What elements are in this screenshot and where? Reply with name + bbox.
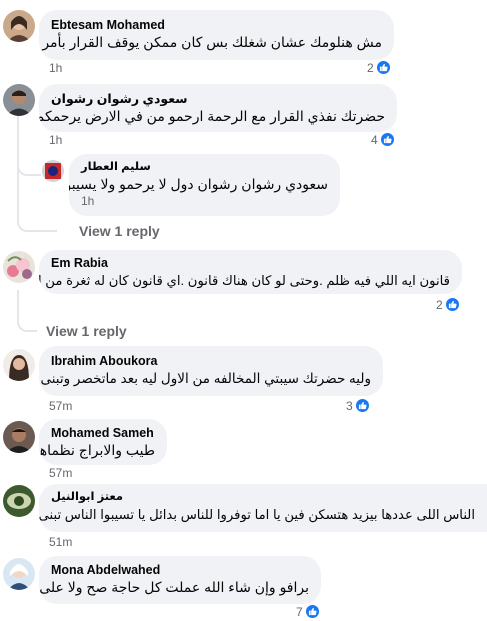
like-count-number: 4	[371, 132, 378, 147]
reply-bubble: سليم العطار سعودي رشوان رشوان دول لا يرح…	[69, 154, 340, 216]
comment-time[interactable]: 1h	[49, 133, 62, 147]
avatar[interactable]	[3, 10, 35, 42]
like-count-number: 7	[296, 604, 303, 619]
thumbs-up-icon	[375, 60, 391, 75]
thread-curve	[17, 310, 37, 332]
avatar[interactable]	[3, 251, 35, 283]
thumbs-up-icon	[444, 297, 460, 312]
comment-text: الناس اللى عددها بيزيد هتسكن فين يا اما …	[39, 507, 475, 522]
like-count[interactable]: 2	[436, 297, 460, 312]
comment-author[interactable]: Ebtesam Mohamed	[51, 17, 382, 33]
comment-text: برافو وإن شاء الله عملت كل حاجة صح ولا ع…	[39, 579, 309, 595]
thumbs-up-icon	[379, 132, 395, 147]
comment-author[interactable]: Mohamed Sameh	[51, 425, 155, 441]
thread-curve	[17, 210, 57, 232]
like-count-number: 2	[436, 297, 443, 312]
comment-bubble: Ebtesam Mohamed مش هنلومك عشان شغلك بس ك…	[39, 10, 394, 60]
comment-text: طيب والابراج نظماها ايه	[39, 442, 155, 458]
comment-author[interactable]: Ibrahim Aboukora	[51, 353, 371, 369]
avatar[interactable]	[3, 485, 35, 517]
avatar[interactable]	[3, 558, 35, 590]
like-count[interactable]: 4	[371, 132, 395, 147]
thread-curve	[17, 150, 41, 176]
comment-bubble: Mona Abdelwahed برافو وإن شاء الله عملت …	[39, 556, 321, 604]
comment-author[interactable]: معتز ابوالنيل	[51, 489, 475, 505]
like-count-number: 3	[346, 398, 353, 413]
like-count[interactable]: 2	[367, 60, 391, 75]
like-count-number: 2	[367, 60, 374, 75]
comment-text: مش هنلومك عشان شغلك بس كان ممكن يوقف الق…	[39, 34, 382, 50]
avatar[interactable]	[42, 160, 64, 182]
comment-author[interactable]: Mona Abdelwahed	[51, 562, 309, 578]
comment-time[interactable]: 57m	[49, 399, 72, 413]
reply-author[interactable]: سليم العطار	[81, 159, 328, 175]
comment-text: حضرتك نفذي القرار مع الرحمة ارحمو من في …	[39, 108, 385, 124]
comment-text: وليه حضرتك سيبتي المخالفه من الاول ليه ب…	[39, 371, 371, 386]
comment-bubble: سعودي رشوان رشوان حضرتك نفذي القرار مع ا…	[39, 84, 397, 132]
like-count[interactable]: 3	[346, 398, 370, 413]
comment-bubble: Em Rabia قانون ايه اللي فيه ظلم .وحتى لو…	[39, 250, 462, 294]
thumbs-up-icon	[304, 604, 320, 619]
avatar[interactable]	[3, 421, 35, 453]
comment-author[interactable]: سعودي رشوان رشوان	[51, 91, 385, 107]
avatar[interactable]	[3, 349, 35, 381]
comment-text: قانون ايه اللي فيه ظلم .وحتى لو كان هناك…	[39, 273, 450, 288]
comment-bubble: Mohamed Sameh طيب والابراج نظماها ايه	[39, 419, 167, 465]
comment-bubble: معتز ابوالنيل الناس اللى عددها بيزيد هتس…	[39, 484, 487, 532]
view-replies-link[interactable]: View 1 reply	[46, 323, 127, 339]
comment-author[interactable]: Em Rabia	[51, 255, 450, 271]
view-replies-link[interactable]: View 1 reply	[79, 223, 160, 239]
reply-time[interactable]: 1h	[81, 194, 328, 208]
thumbs-up-icon	[354, 398, 370, 413]
avatar[interactable]	[3, 84, 35, 116]
like-count[interactable]: 7	[296, 604, 320, 619]
comment-time[interactable]: 51m	[49, 535, 72, 549]
comment-time[interactable]: 1h	[49, 61, 62, 75]
comment-bubble: Ibrahim Aboukora وليه حضرتك سيبتي المخال…	[39, 346, 383, 396]
comment-time[interactable]: 57m	[49, 466, 72, 480]
reply-text: سعودي رشوان رشوان دول لا يرحمو ولا يسيبو…	[69, 176, 328, 192]
